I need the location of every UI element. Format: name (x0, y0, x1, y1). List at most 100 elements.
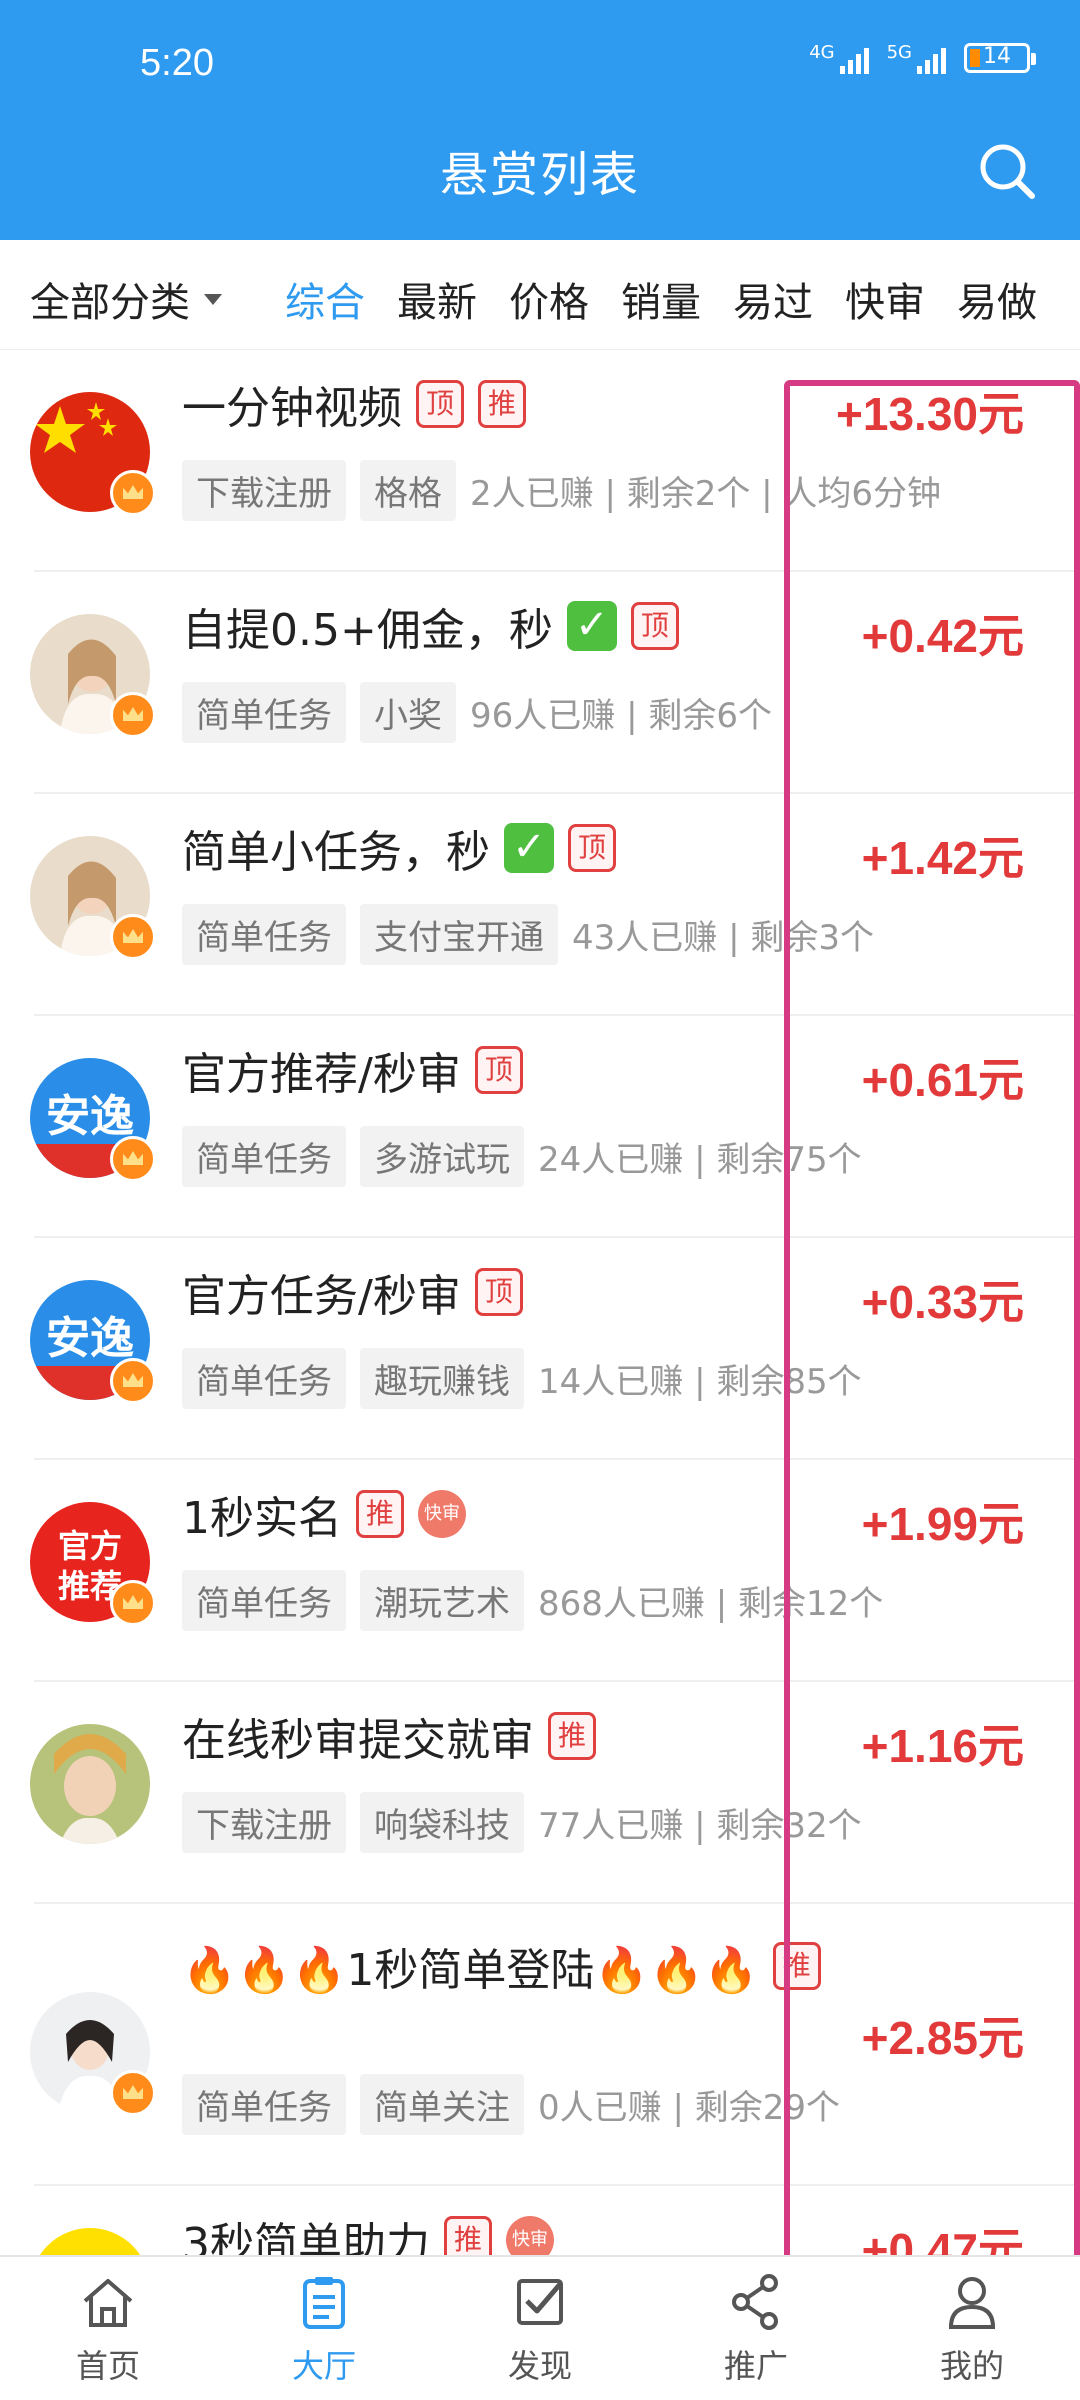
page-title: 悬赏列表 (439, 147, 640, 203)
tab-sort-comprehensive[interactable]: 综合 (285, 270, 365, 328)
recommend-badge: 推 (548, 1712, 596, 1760)
nav-discover[interactable]: 发现 (432, 2257, 648, 2400)
crown-icon (110, 692, 156, 738)
clipboard-icon (303, 2277, 345, 2329)
task-stats: 14人已赚 | 剩余85个 (538, 1362, 862, 1402)
top-badge: 顶 (568, 824, 616, 872)
task-source-tag: 潮玩艺术 (360, 1570, 524, 1631)
task-title-text: 1秒实名 (182, 1493, 342, 1544)
check-square-icon (517, 2279, 563, 2325)
task-source-tag: 响袋科技 (360, 1792, 524, 1853)
task-stats: 868人已赚 | 剩余12个 (538, 1584, 884, 1624)
category-dropdown[interactable]: 全部分类 (30, 270, 222, 328)
crown-icon (110, 1136, 156, 1182)
tab-sort-easy-do[interactable]: 易做 (957, 270, 1037, 328)
task-type-tag: 简单任务 (182, 1570, 346, 1631)
category-label: 全部分类 (30, 280, 190, 326)
task-meta: 简单任务 支付宝开通 43人已赚 | 剩余3个 (182, 904, 874, 965)
task-list: 一分钟视频 顶 推 下载注册 格格 2人已赚 | 剩余2个 | 人均6分钟 +1… (0, 350, 1080, 2400)
top-bar: 5:20 4G 5G 14 悬赏列表 (0, 0, 1080, 240)
task-stats: 96人已赚 | 剩余6个 (470, 696, 772, 736)
network-type-label: 4G (809, 42, 835, 63)
nav-hall[interactable]: 大厅 (216, 2257, 432, 2400)
task-source-tag: 支付宝开通 (360, 904, 558, 965)
task-stats: 2人已赚 | 剩余2个 | 人均6分钟 (470, 474, 942, 514)
avatar-logo-text: 安逸 (46, 1091, 134, 1142)
task-type-tag: 下载注册 (182, 460, 346, 521)
task-meta: 简单任务 潮玩艺术 868人已赚 | 剩余12个 (182, 1570, 883, 1631)
task-meta: 下载注册 响袋科技 77人已赚 | 剩余32个 (182, 1792, 862, 1853)
task-source-tag: 简单关注 (360, 2074, 524, 2135)
task-source-tag: 多游试玩 (360, 1126, 524, 1187)
list-item[interactable]: 🔥🔥🔥1秒简单登陆🔥🔥🔥 推 简单任务 简单关注 0人已赚 | 剩余29个 +2… (30, 1904, 1080, 2186)
avatar-logo-text: 安逸 (46, 1313, 134, 1364)
tab-sort-newest[interactable]: 最新 (397, 270, 477, 328)
task-price: +0.61元 (861, 1054, 1024, 1106)
top-badge: 顶 (474, 1046, 523, 1094)
task-type-tag: 简单任务 (182, 1126, 346, 1187)
list-item[interactable]: 简单小任务，秒 ✓ 顶 简单任务 支付宝开通 43人已赚 | 剩余3个 +1.4… (30, 794, 1080, 1016)
list-item[interactable]: 官方推荐 1秒实名 推 快审 简单任务 潮玩艺术 868人已赚 | 剩余12个 … (30, 1460, 1080, 1682)
task-source-tag: 趣玩赚钱 (360, 1348, 524, 1409)
fast-review-badge: 快审 (418, 1490, 466, 1538)
crown-icon (110, 914, 156, 960)
task-title-text: 官方任务/秒审 (182, 1271, 461, 1322)
tab-sort-price[interactable]: 价格 (509, 270, 589, 328)
recommend-badge: 推 (478, 380, 526, 428)
task-price: +1.16元 (861, 1720, 1024, 1772)
task-title-text: 简单小任务，秒 (182, 827, 490, 878)
task-stats: 43人已赚 | 剩余3个 (572, 918, 874, 958)
tab-sort-easy-pass[interactable]: 易过 (733, 270, 813, 328)
recommend-badge: 推 (356, 1490, 404, 1538)
crown-icon (110, 1358, 156, 1404)
share-icon (732, 2274, 778, 2330)
nav-mine[interactable]: 我的 (864, 2257, 1080, 2400)
tab-sort-fast-review[interactable]: 快审 (845, 270, 925, 328)
task-price: +1.42元 (861, 832, 1024, 884)
task-title-text: 自提0.5+佣金，秒 (182, 605, 553, 656)
nav-home[interactable]: 首页 (0, 2257, 216, 2400)
crown-icon (110, 470, 156, 516)
list-item[interactable]: 安逸 官方任务/秒审 顶 简单任务 趣玩赚钱 14人已赚 | 剩余85个 +0.… (30, 1238, 1080, 1460)
check-mark-icon: ✓ (504, 823, 554, 873)
task-price: +0.33元 (861, 1276, 1024, 1328)
filter-bar: 全部分类 综合 最新 价格 销量 易过 快审 易做 (0, 240, 1080, 350)
task-title-text: 官方推荐/秒审 (182, 1049, 461, 1100)
status-icons: 4G 5G 14 (809, 42, 1036, 74)
task-type-tag: 简单任务 (182, 904, 346, 965)
crown-icon (110, 1580, 156, 1626)
task-title: 自提0.5+佣金，秒 ✓ 顶 (182, 594, 679, 658)
recommend-badge: 推 (772, 1942, 821, 1990)
list-item[interactable]: 在线秒审提交就审 推 下载注册 响袋科技 77人已赚 | 剩余32个 +1.16… (30, 1682, 1080, 1904)
task-price: +0.42元 (861, 610, 1024, 662)
task-meta: 简单任务 趣玩赚钱 14人已赚 | 剩余85个 (182, 1348, 862, 1409)
nav-label: 推广 (723, 2347, 788, 2385)
task-meta: 简单任务 小奖 96人已赚 | 剩余6个 (182, 682, 772, 743)
task-title: 1秒实名 推 快审 (182, 1482, 466, 1546)
list-item[interactable]: 自提0.5+佣金，秒 ✓ 顶 简单任务 小奖 96人已赚 | 剩余6个 +0.4… (30, 572, 1080, 794)
list-item[interactable]: 一分钟视频 顶 推 下载注册 格格 2人已赚 | 剩余2个 | 人均6分钟 +1… (30, 350, 1080, 572)
network-type-label-2: 5G (886, 42, 912, 63)
task-type-tag: 下载注册 (182, 1792, 346, 1853)
signal-icon-2: 5G (887, 42, 946, 74)
task-meta: 简单任务 简单关注 0人已赚 | 剩余29个 (182, 2074, 840, 2135)
caret-down-icon (204, 293, 222, 305)
task-title: 一分钟视频 顶 推 (182, 372, 526, 436)
battery-level: 14 (983, 44, 1011, 69)
signal-icon: 4G (809, 42, 869, 74)
nav-label: 首页 (75, 2347, 140, 2385)
tab-sort-sales[interactable]: 销量 (621, 270, 701, 328)
top-badge: 顶 (474, 1268, 523, 1316)
user-icon (948, 2277, 996, 2329)
bottom-nav: 首页 大厅 发现 推广 我的 (0, 2255, 1080, 2400)
task-title: 🔥🔥🔥1秒简单登陆🔥🔥🔥 推 (182, 1934, 822, 1998)
task-source-tag: 小奖 (360, 682, 456, 743)
nav-promote[interactable]: 推广 (648, 2257, 864, 2400)
search-icon[interactable] (976, 140, 1038, 202)
status-time: 5:20 (140, 42, 214, 84)
task-type-tag: 简单任务 (182, 2074, 346, 2135)
list-item[interactable]: 安逸 官方推荐/秒审 顶 简单任务 多游试玩 24人已赚 | 剩余75个 +0.… (30, 1016, 1080, 1238)
task-title-text: 🔥🔥🔥1秒简单登陆🔥🔥🔥 (182, 1945, 759, 1996)
task-stats: 0人已赚 | 剩余29个 (538, 2088, 840, 2128)
task-stats: 24人已赚 | 剩余75个 (538, 1140, 862, 1180)
